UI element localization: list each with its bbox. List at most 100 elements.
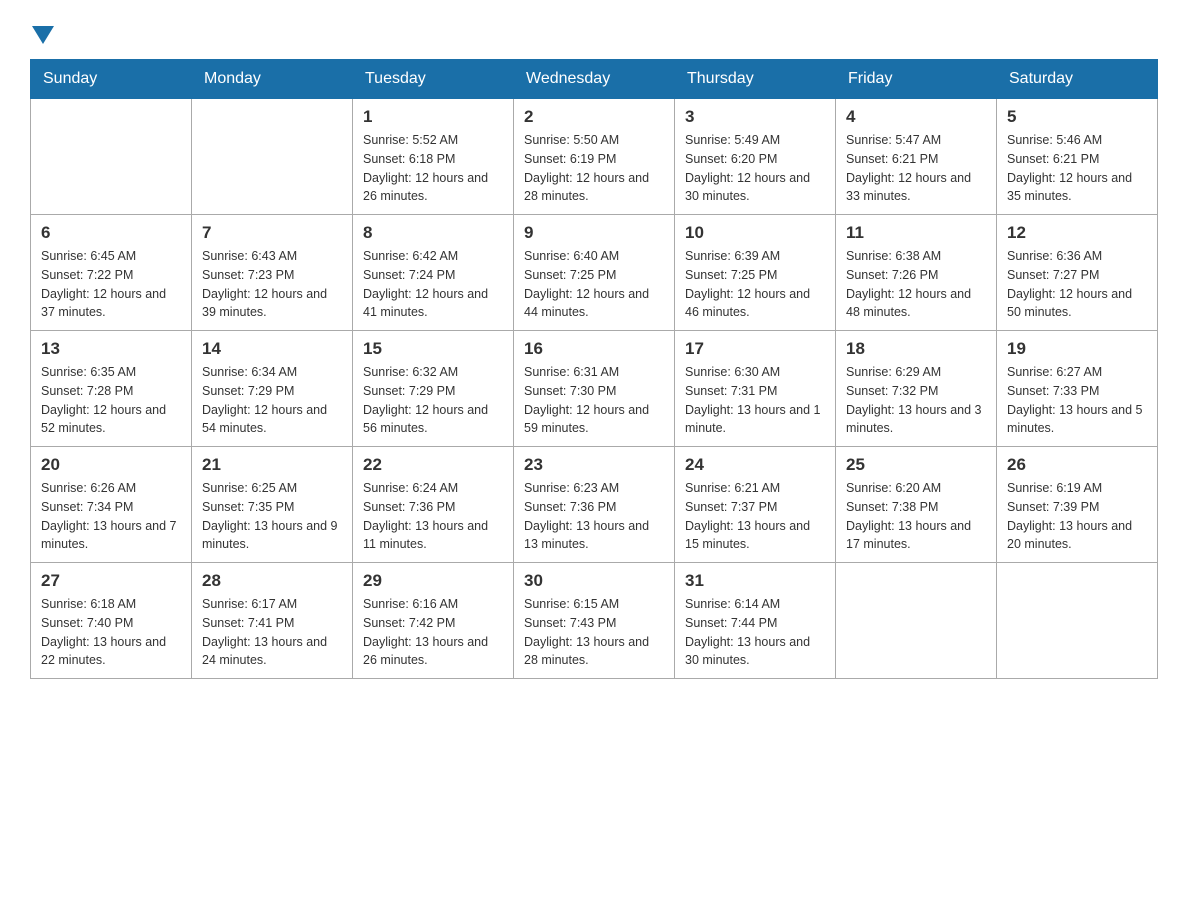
calendar-cell: 8 Sunrise: 6:42 AM Sunset: 7:24 PM Daylig… [353, 215, 514, 331]
day-info: Sunrise: 6:14 AM Sunset: 7:44 PM Dayligh… [685, 595, 825, 670]
day-number: 30 [524, 571, 664, 591]
day-number: 11 [846, 223, 986, 243]
calendar-cell [192, 99, 353, 215]
day-info: Sunrise: 6:36 AM Sunset: 7:27 PM Dayligh… [1007, 247, 1147, 322]
day-number: 20 [41, 455, 181, 475]
calendar-cell: 20 Sunrise: 6:26 AM Sunset: 7:34 PM Dayli… [31, 447, 192, 563]
day-number: 4 [846, 107, 986, 127]
day-info: Sunrise: 6:25 AM Sunset: 7:35 PM Dayligh… [202, 479, 342, 554]
calendar-cell: 25Sunrise: 6:20 AM Sunset: 7:38 PM Dayli… [836, 447, 997, 563]
calendar-cell: 21 Sunrise: 6:25 AM Sunset: 7:35 PM Dayli… [192, 447, 353, 563]
calendar-header-row: SundayMondayTuesdayWednesdayThursdayFrid… [31, 60, 1158, 99]
day-info: Sunrise: 6:20 AM Sunset: 7:38 PM Dayligh… [846, 479, 986, 554]
day-info: Sunrise: 6:19 AM Sunset: 7:39 PM Dayligh… [1007, 479, 1147, 554]
day-number: 1 [363, 107, 503, 127]
day-info: Sunrise: 6:39 AM Sunset: 7:25 PM Dayligh… [685, 247, 825, 322]
calendar-cell: 2 Sunrise: 5:50 AM Sunset: 6:19 PM Daylig… [514, 99, 675, 215]
day-info: Sunrise: 6:16 AM Sunset: 7:42 PM Dayligh… [363, 595, 503, 670]
day-info: Sunrise: 6:15 AM Sunset: 7:43 PM Dayligh… [524, 595, 664, 670]
calendar-cell: 10 Sunrise: 6:39 AM Sunset: 7:25 PM Dayli… [675, 215, 836, 331]
calendar-cell: 22 Sunrise: 6:24 AM Sunset: 7:36 PM Dayli… [353, 447, 514, 563]
calendar-cell: 19 Sunrise: 6:27 AM Sunset: 7:33 PM Dayli… [997, 331, 1158, 447]
calendar-header-friday: Friday [836, 60, 997, 99]
calendar-week-row: 1Sunrise: 5:52 AM Sunset: 6:18 PM Daylig… [31, 99, 1158, 215]
day-number: 8 [363, 223, 503, 243]
day-info: Sunrise: 6:30 AM Sunset: 7:31 PM Dayligh… [685, 363, 825, 438]
day-number: 9 [524, 223, 664, 243]
day-info: Sunrise: 6:35 AM Sunset: 7:28 PM Dayligh… [41, 363, 181, 438]
day-info: Sunrise: 6:32 AM Sunset: 7:29 PM Dayligh… [363, 363, 503, 438]
calendar-cell: 7 Sunrise: 6:43 AM Sunset: 7:23 PM Daylig… [192, 215, 353, 331]
calendar-cell: 4Sunrise: 5:47 AM Sunset: 6:21 PM Daylig… [836, 99, 997, 215]
calendar-cell: 16 Sunrise: 6:31 AM Sunset: 7:30 PM Dayli… [514, 331, 675, 447]
calendar-cell: 31 Sunrise: 6:14 AM Sunset: 7:44 PM Dayli… [675, 563, 836, 679]
day-number: 19 [1007, 339, 1147, 359]
day-info: Sunrise: 5:46 AM Sunset: 6:21 PM Dayligh… [1007, 131, 1147, 206]
day-number: 5 [1007, 107, 1147, 127]
calendar-cell: 24Sunrise: 6:21 AM Sunset: 7:37 PM Dayli… [675, 447, 836, 563]
calendar-week-row: 20 Sunrise: 6:26 AM Sunset: 7:34 PM Dayli… [31, 447, 1158, 563]
calendar-cell: 14 Sunrise: 6:34 AM Sunset: 7:29 PM Dayli… [192, 331, 353, 447]
calendar-cell: 6 Sunrise: 6:45 AM Sunset: 7:22 PM Daylig… [31, 215, 192, 331]
day-number: 13 [41, 339, 181, 359]
day-info: Sunrise: 5:49 AM Sunset: 6:20 PM Dayligh… [685, 131, 825, 206]
page-header [30, 20, 1158, 49]
calendar-header-monday: Monday [192, 60, 353, 99]
calendar-cell [31, 99, 192, 215]
day-info: Sunrise: 6:17 AM Sunset: 7:41 PM Dayligh… [202, 595, 342, 670]
day-number: 29 [363, 571, 503, 591]
calendar-cell: 1Sunrise: 5:52 AM Sunset: 6:18 PM Daylig… [353, 99, 514, 215]
day-info: Sunrise: 6:31 AM Sunset: 7:30 PM Dayligh… [524, 363, 664, 438]
calendar-header-saturday: Saturday [997, 60, 1158, 99]
day-number: 17 [685, 339, 825, 359]
calendar-header-thursday: Thursday [675, 60, 836, 99]
day-number: 7 [202, 223, 342, 243]
day-number: 27 [41, 571, 181, 591]
day-number: 23 [524, 455, 664, 475]
calendar-cell: 28 Sunrise: 6:17 AM Sunset: 7:41 PM Dayli… [192, 563, 353, 679]
calendar-header-tuesday: Tuesday [353, 60, 514, 99]
day-number: 16 [524, 339, 664, 359]
day-info: Sunrise: 6:40 AM Sunset: 7:25 PM Dayligh… [524, 247, 664, 322]
day-info: Sunrise: 6:26 AM Sunset: 7:34 PM Dayligh… [41, 479, 181, 554]
calendar-cell [997, 563, 1158, 679]
calendar-cell: 27 Sunrise: 6:18 AM Sunset: 7:40 PM Dayli… [31, 563, 192, 679]
calendar-cell: 13 Sunrise: 6:35 AM Sunset: 7:28 PM Dayli… [31, 331, 192, 447]
day-number: 3 [685, 107, 825, 127]
day-number: 6 [41, 223, 181, 243]
day-info: Sunrise: 6:27 AM Sunset: 7:33 PM Dayligh… [1007, 363, 1147, 438]
calendar-header-sunday: Sunday [31, 60, 192, 99]
day-info: Sunrise: 6:29 AM Sunset: 7:32 PM Dayligh… [846, 363, 986, 438]
day-info: Sunrise: 5:50 AM Sunset: 6:19 PM Dayligh… [524, 131, 664, 206]
calendar-cell: 18Sunrise: 6:29 AM Sunset: 7:32 PM Dayli… [836, 331, 997, 447]
day-number: 21 [202, 455, 342, 475]
calendar-cell: 23 Sunrise: 6:23 AM Sunset: 7:36 PM Dayli… [514, 447, 675, 563]
calendar-cell: 12Sunrise: 6:36 AM Sunset: 7:27 PM Dayli… [997, 215, 1158, 331]
day-number: 2 [524, 107, 664, 127]
day-info: Sunrise: 6:23 AM Sunset: 7:36 PM Dayligh… [524, 479, 664, 554]
calendar-week-row: 13 Sunrise: 6:35 AM Sunset: 7:28 PM Dayli… [31, 331, 1158, 447]
day-info: Sunrise: 6:45 AM Sunset: 7:22 PM Dayligh… [41, 247, 181, 322]
day-info: Sunrise: 6:43 AM Sunset: 7:23 PM Dayligh… [202, 247, 342, 322]
day-number: 31 [685, 571, 825, 591]
calendar-cell: 17 Sunrise: 6:30 AM Sunset: 7:31 PM Dayli… [675, 331, 836, 447]
day-info: Sunrise: 6:24 AM Sunset: 7:36 PM Dayligh… [363, 479, 503, 554]
day-info: Sunrise: 6:42 AM Sunset: 7:24 PM Dayligh… [363, 247, 503, 322]
day-number: 10 [685, 223, 825, 243]
calendar-cell: 3 Sunrise: 5:49 AM Sunset: 6:20 PM Daylig… [675, 99, 836, 215]
day-number: 28 [202, 571, 342, 591]
day-info: Sunrise: 6:38 AM Sunset: 7:26 PM Dayligh… [846, 247, 986, 322]
day-info: Sunrise: 6:18 AM Sunset: 7:40 PM Dayligh… [41, 595, 181, 670]
day-number: 26 [1007, 455, 1147, 475]
calendar-body: 1Sunrise: 5:52 AM Sunset: 6:18 PM Daylig… [31, 99, 1158, 679]
day-number: 22 [363, 455, 503, 475]
calendar-cell: 26 Sunrise: 6:19 AM Sunset: 7:39 PM Dayli… [997, 447, 1158, 563]
calendar-header-wednesday: Wednesday [514, 60, 675, 99]
calendar-cell: 15Sunrise: 6:32 AM Sunset: 7:29 PM Dayli… [353, 331, 514, 447]
day-info: Sunrise: 6:34 AM Sunset: 7:29 PM Dayligh… [202, 363, 342, 438]
calendar-table: SundayMondayTuesdayWednesdayThursdayFrid… [30, 59, 1158, 679]
day-number: 14 [202, 339, 342, 359]
calendar-cell: 30 Sunrise: 6:15 AM Sunset: 7:43 PM Dayli… [514, 563, 675, 679]
day-number: 24 [685, 455, 825, 475]
calendar-cell [836, 563, 997, 679]
